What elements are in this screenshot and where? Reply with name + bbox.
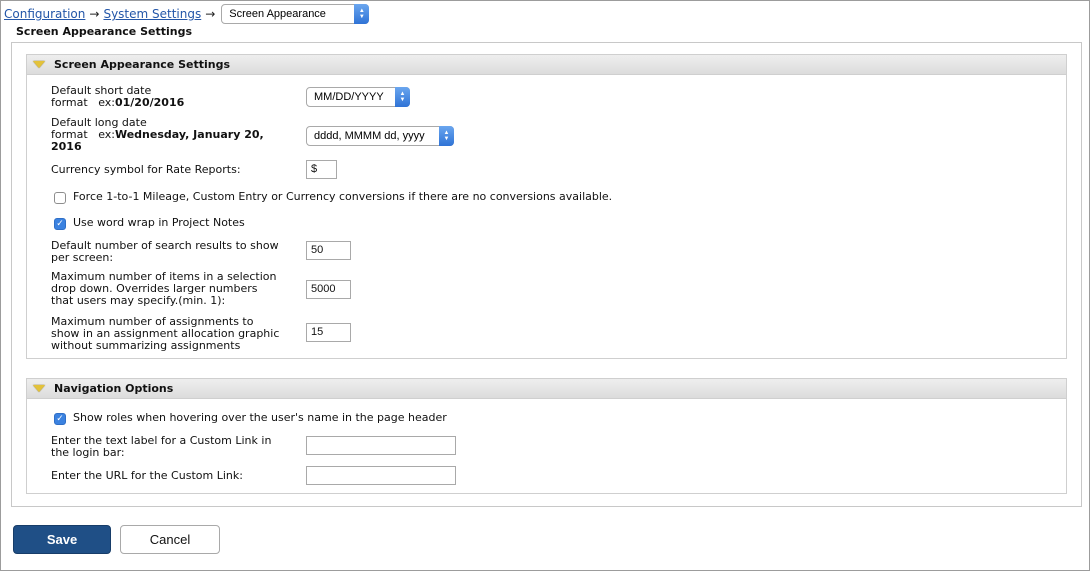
long-date-label: Default long date format ex:Wednesday, J… bbox=[51, 117, 264, 153]
custom-link-label-label: Enter the text label for a Custom Link i… bbox=[51, 435, 271, 459]
force-conversion-checkbox[interactable] bbox=[54, 192, 66, 204]
select-stepper-icon: ▲ ▼ bbox=[439, 126, 454, 146]
appearance-section-header[interactable]: Screen Appearance Settings bbox=[27, 55, 1066, 75]
navigation-section-header[interactable]: Navigation Options bbox=[27, 379, 1066, 399]
breadcrumb-page-select[interactable]: Screen Appearance ▲ ▼ bbox=[221, 4, 370, 24]
search-results-label-line2: per screen: bbox=[51, 251, 114, 264]
breadcrumb-page-select-value: Screen Appearance bbox=[229, 8, 326, 20]
short-date-label: Default short date format ex:01/20/2016 bbox=[51, 85, 184, 109]
collapse-triangle-icon[interactable] bbox=[33, 61, 45, 68]
search-results-label: Default number of search results to show… bbox=[51, 240, 279, 264]
breadcrumb: Configuration → System Settings → Screen… bbox=[4, 4, 370, 24]
short-date-label-line2: format ex:01/20/2016 bbox=[51, 97, 184, 109]
cancel-button[interactable]: Cancel bbox=[120, 525, 220, 554]
settings-panel: Screen Appearance Settings Default short… bbox=[11, 42, 1082, 507]
max-items-label-line3: that users may specify.(min. 1): bbox=[51, 294, 226, 307]
custom-link-label-input[interactable] bbox=[306, 436, 456, 455]
long-date-example: Wednesday, January 20, bbox=[114, 128, 264, 141]
force-conversion-label: Force 1-to-1 Mileage, Custom Entry or Cu… bbox=[73, 190, 613, 203]
currency-input[interactable]: $ bbox=[306, 160, 337, 179]
word-wrap-label: Use word wrap in Project Notes bbox=[73, 216, 245, 229]
long-date-select-value: dddd, MMMM dd, yyyy bbox=[314, 130, 425, 142]
select-stepper-icon: ▲ ▼ bbox=[354, 4, 370, 24]
save-button[interactable]: Save bbox=[13, 525, 111, 554]
short-date-example: 01/20/2016 bbox=[114, 96, 185, 109]
show-roles-label: Show roles when hovering over the user's… bbox=[73, 411, 447, 424]
max-assignments-label: Maximum number of assignments to show in… bbox=[51, 316, 279, 352]
short-date-format-text: format ex: bbox=[51, 96, 115, 109]
short-date-select[interactable]: MM/DD/YYYY ▲ ▼ bbox=[306, 87, 410, 107]
custom-link-url-label: Enter the URL for the Custom Link: bbox=[51, 469, 243, 482]
max-items-input[interactable]: 5000 bbox=[306, 280, 351, 299]
max-items-label: Maximum number of items in a selection d… bbox=[51, 271, 277, 307]
search-results-input[interactable]: 50 bbox=[306, 241, 351, 260]
breadcrumb-system-settings-link[interactable]: System Settings bbox=[103, 7, 201, 21]
breadcrumb-separator: → bbox=[205, 7, 216, 21]
appearance-section-title: Screen Appearance Settings bbox=[54, 58, 231, 71]
long-date-example-year: 2016 bbox=[51, 140, 82, 153]
word-wrap-checkbox[interactable]: ✓ bbox=[54, 218, 66, 230]
custom-link-url-input[interactable] bbox=[306, 466, 456, 485]
navigation-section-title: Navigation Options bbox=[54, 382, 174, 395]
max-assignments-label-line3: without summarizing assignments bbox=[51, 339, 241, 352]
long-date-select[interactable]: dddd, MMMM dd, yyyy ▲ ▼ bbox=[306, 126, 454, 146]
max-assignments-input[interactable]: 15 bbox=[306, 323, 351, 342]
show-roles-checkbox[interactable]: ✓ bbox=[54, 413, 66, 425]
collapse-triangle-icon[interactable] bbox=[33, 385, 45, 392]
short-date-select-value: MM/DD/YYYY bbox=[314, 91, 384, 103]
page-frame: Configuration → System Settings → Screen… bbox=[0, 0, 1090, 571]
long-date-label-line3: 2016 bbox=[51, 141, 264, 153]
navigation-section: Navigation Options ✓ Show roles when hov… bbox=[26, 378, 1067, 494]
currency-label: Currency symbol for Rate Reports: bbox=[51, 163, 241, 176]
page-title: Screen Appearance Settings bbox=[16, 25, 193, 38]
long-date-label-line2: format ex:Wednesday, January 20, bbox=[51, 129, 264, 141]
select-stepper-icon: ▲ ▼ bbox=[395, 87, 410, 107]
breadcrumb-configuration-link[interactable]: Configuration bbox=[4, 7, 85, 21]
appearance-section: Screen Appearance Settings Default short… bbox=[26, 54, 1067, 359]
breadcrumb-separator: → bbox=[89, 7, 100, 21]
custom-link-label-line2: the login bar: bbox=[51, 446, 125, 459]
